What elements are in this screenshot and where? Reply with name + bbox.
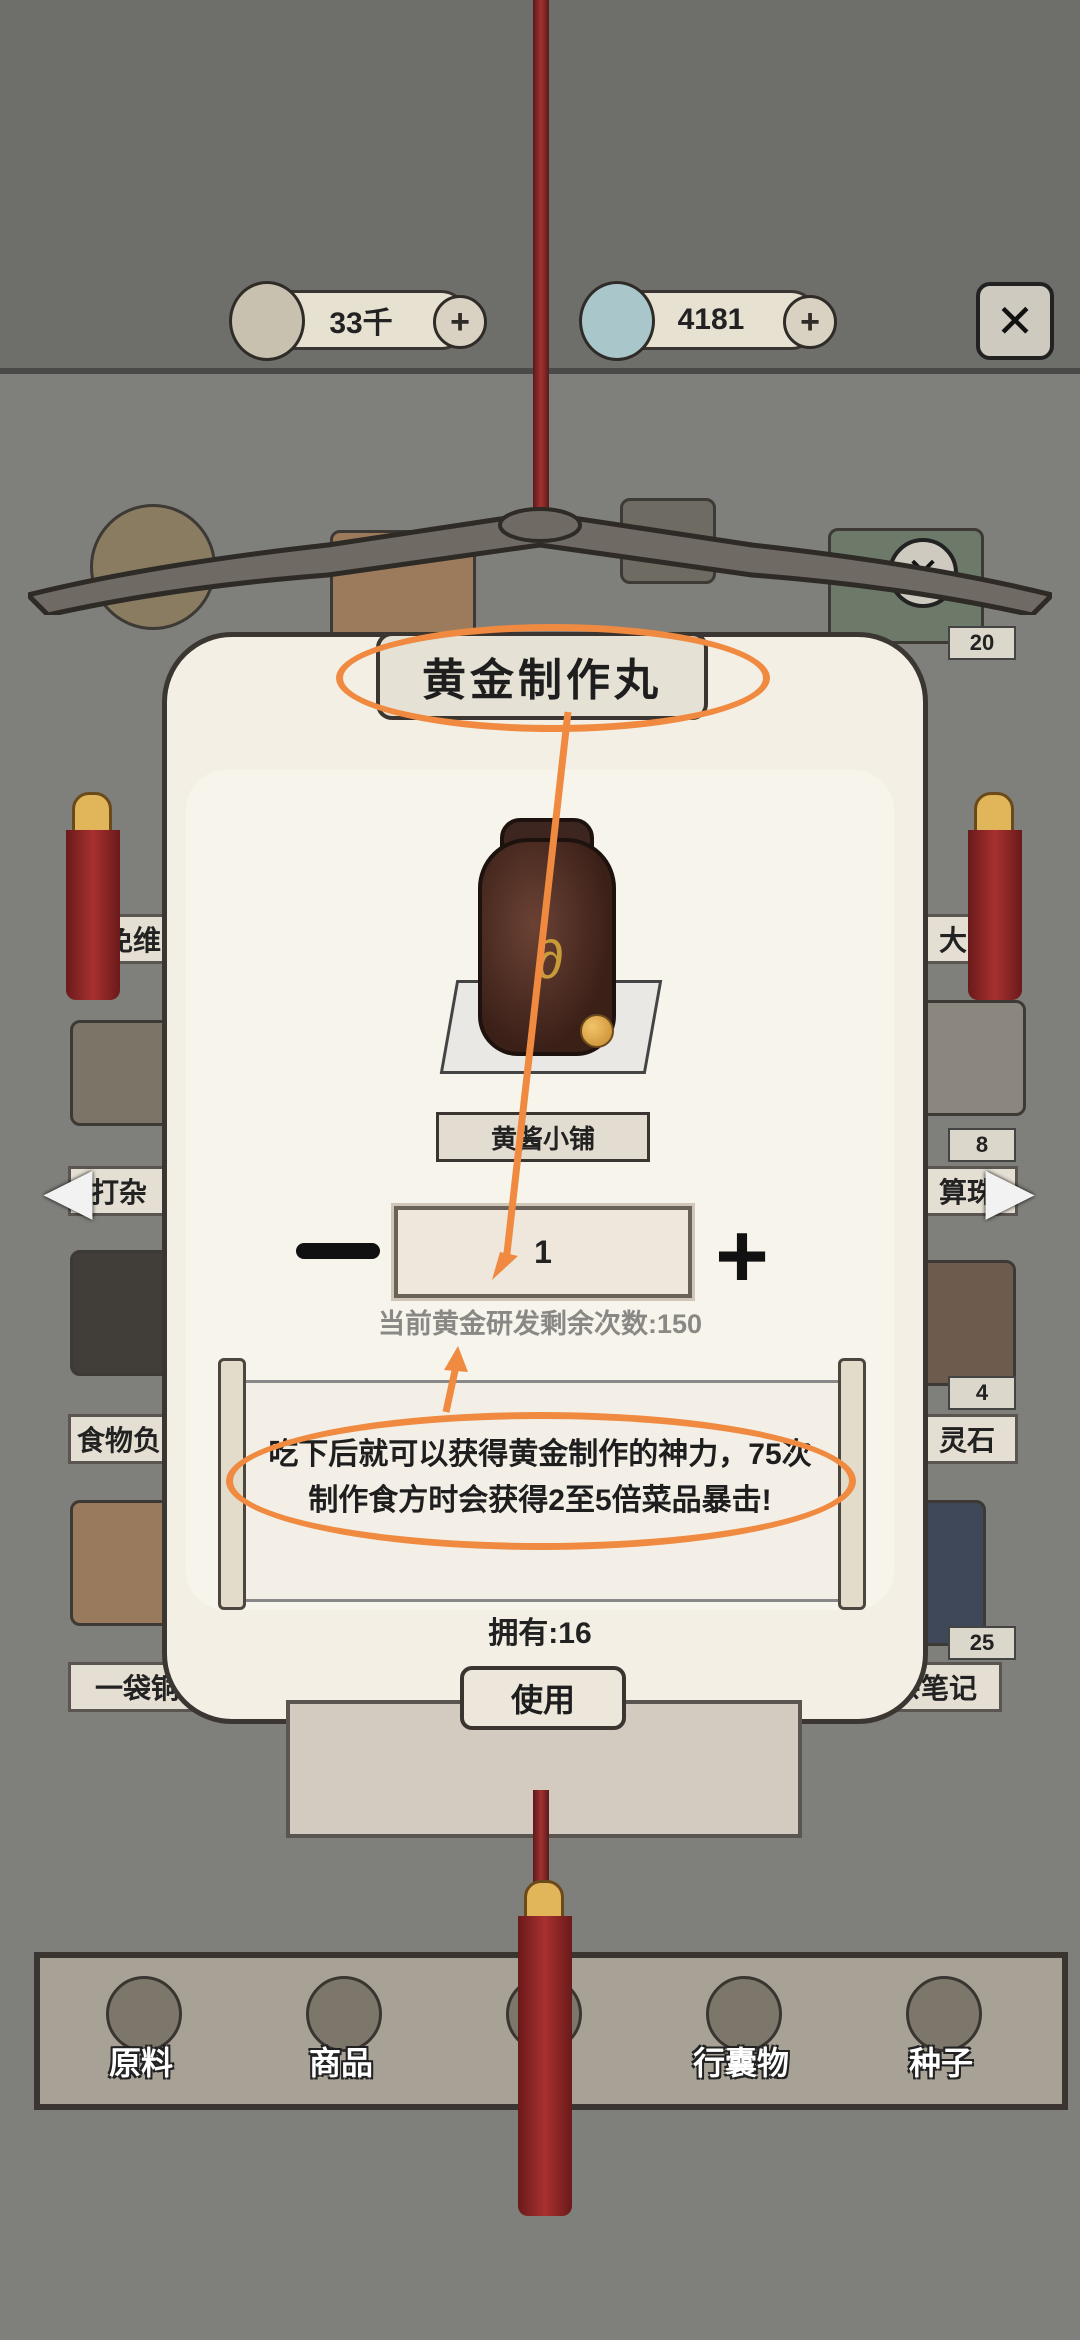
- tab-label: 原料: [108, 2045, 173, 2081]
- tab-raw-materials[interactable]: 原料: [66, 1972, 216, 2092]
- use-button[interactable]: 使用: [460, 1666, 626, 1730]
- tab-label: 种子: [908, 2045, 973, 2081]
- tab-goods[interactable]: 商品: [266, 1972, 416, 2092]
- tab-label: 商品: [308, 2045, 373, 2081]
- tab-seeds[interactable]: 种子: [866, 1972, 1016, 2092]
- tab-label: 行囊物: [692, 2045, 789, 2081]
- game-screen: 33千 + 4181 + ✕ ✕ 御免维 打杂 食物负 一袋铜币 大吉 算珠 灵…: [0, 0, 1080, 2340]
- owned-count: 拥有:16: [488, 1617, 592, 1650]
- tab-luggage[interactable]: 行囊物: [666, 1972, 816, 2092]
- tassel: [518, 1916, 572, 2216]
